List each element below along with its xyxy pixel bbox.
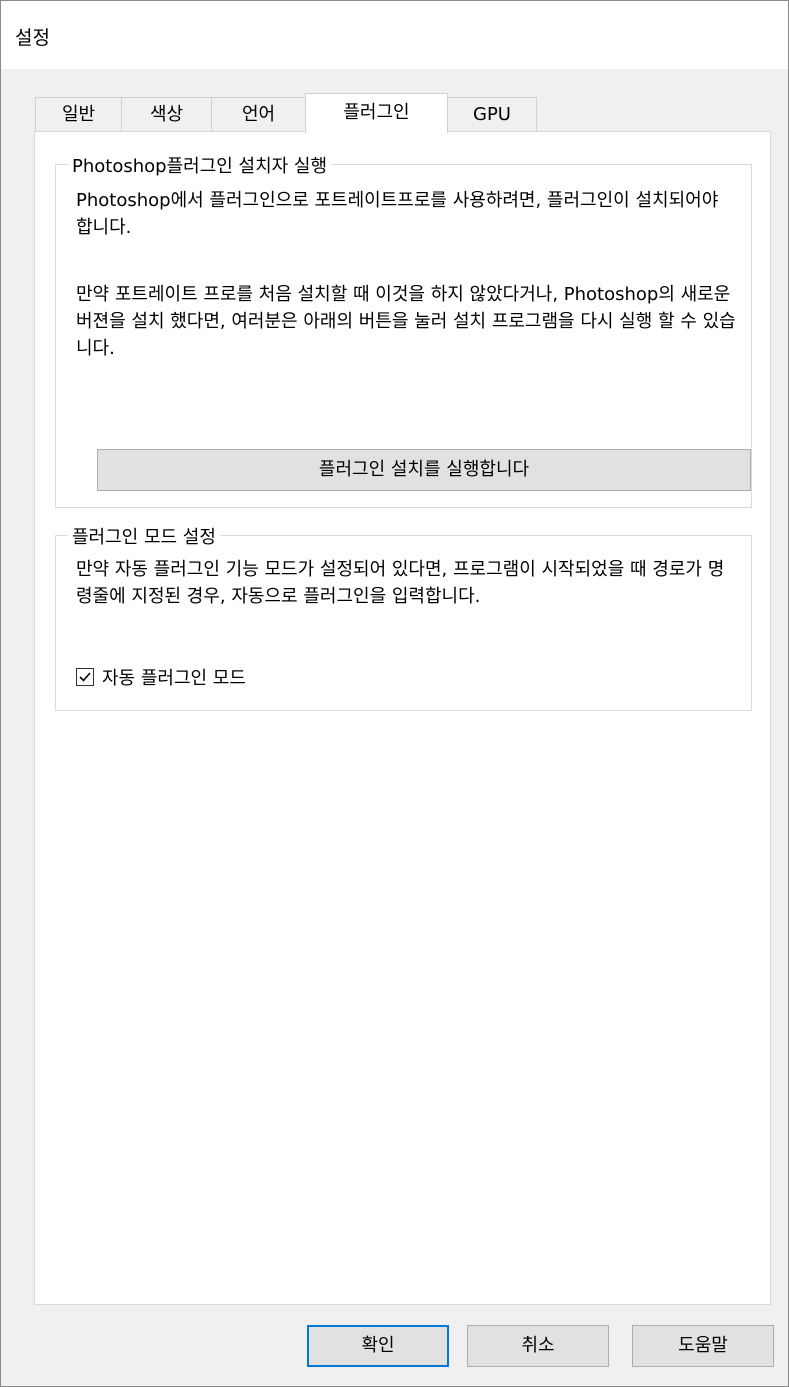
tab-language[interactable]: 언어 xyxy=(211,97,306,131)
tab-color[interactable]: 색상 xyxy=(121,97,212,131)
title-bar: 설정 xyxy=(1,1,788,69)
tab-general[interactable]: 일반 xyxy=(35,97,122,131)
ok-button[interactable]: 확인 xyxy=(307,1325,449,1367)
mode-group-legend: 플러그인 모드 설정 xyxy=(68,523,220,549)
checkmark-icon xyxy=(79,672,91,682)
mode-description: 만약 자동 플러그인 기능 모드가 설정되어 있다면, 프로그램이 시작되었을 … xyxy=(76,559,725,607)
plugin-tab-panel: Photoshop플러그인 설치자 실행 Photoshop에서 플러그인으로 … xyxy=(34,131,771,1305)
tab-gpu[interactable]: GPU xyxy=(447,97,537,131)
installer-description: Photoshop에서 플러그인으로 포트레이트프로를 사용하려면, 플러그인이… xyxy=(76,190,719,238)
run-plugin-installer-button[interactable]: 플러그인 설치를 실행합니다 xyxy=(97,449,751,491)
installer-instructions: 만약 포트레이트 프로를 처음 설치할 때 이것을 하지 않았다거나, Phot… xyxy=(76,284,736,359)
tab-plugin[interactable]: 플러그인 xyxy=(305,93,448,133)
window-title: 설정 xyxy=(15,27,50,49)
plugin-mode-group: 플러그인 모드 설정 만약 자동 플러그인 기능 모드가 설정되어 있다면, 프… xyxy=(55,523,752,711)
auto-plugin-mode-label[interactable]: 자동 플러그인 모드 xyxy=(102,664,246,690)
auto-plugin-mode-row[interactable]: 자동 플러그인 모드 xyxy=(76,664,246,690)
cancel-button[interactable]: 취소 xyxy=(467,1325,609,1367)
help-button[interactable]: 도움말 xyxy=(632,1325,774,1367)
plugin-installer-group: Photoshop플러그인 설치자 실행 Photoshop에서 플러그인으로 … xyxy=(55,152,752,508)
auto-plugin-mode-checkbox[interactable] xyxy=(76,668,94,686)
settings-dialog: 설정 일반 색상 언어 플러그인 GPU Photoshop플러그인 설치자 실… xyxy=(0,0,789,1387)
installer-group-legend: Photoshop플러그인 설치자 실행 xyxy=(68,152,332,178)
